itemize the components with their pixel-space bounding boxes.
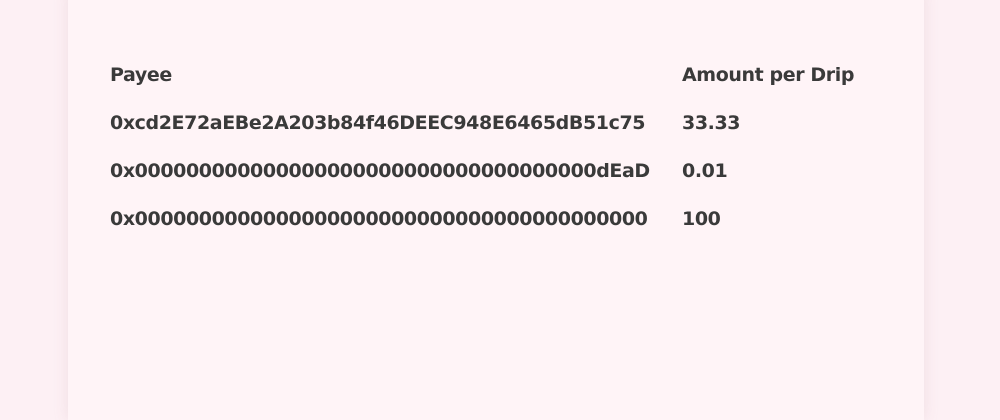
table-row: 0x00000000000000000000000000000000000000… bbox=[110, 195, 882, 243]
amount-per-drip: 0.01 bbox=[682, 160, 728, 182]
amount-per-drip: 100 bbox=[682, 208, 721, 230]
table-header-row: Payee Amount per Drip bbox=[110, 51, 882, 99]
payee-address: 0xcd2E72aEBe2A203b84f46DEEC948E6465dB51c… bbox=[110, 112, 646, 134]
payee-column-header: Payee bbox=[110, 64, 172, 86]
payee-address: 0x000000000000000000000000000000000000dE… bbox=[110, 160, 650, 182]
amount-column-header: Amount per Drip bbox=[682, 64, 855, 86]
payees-table: Payee Amount per Drip 0xcd2E72aEBe2A203b… bbox=[110, 51, 882, 243]
amount-per-drip: 33.33 bbox=[682, 112, 741, 134]
payees-card: Payee Amount per Drip 0xcd2E72aEBe2A203b… bbox=[68, 0, 924, 420]
payee-address: 0x00000000000000000000000000000000000000… bbox=[110, 208, 648, 230]
table-row: 0xcd2E72aEBe2A203b84f46DEEC948E6465dB51c… bbox=[110, 99, 882, 147]
table-row: 0x000000000000000000000000000000000000dE… bbox=[110, 147, 882, 195]
